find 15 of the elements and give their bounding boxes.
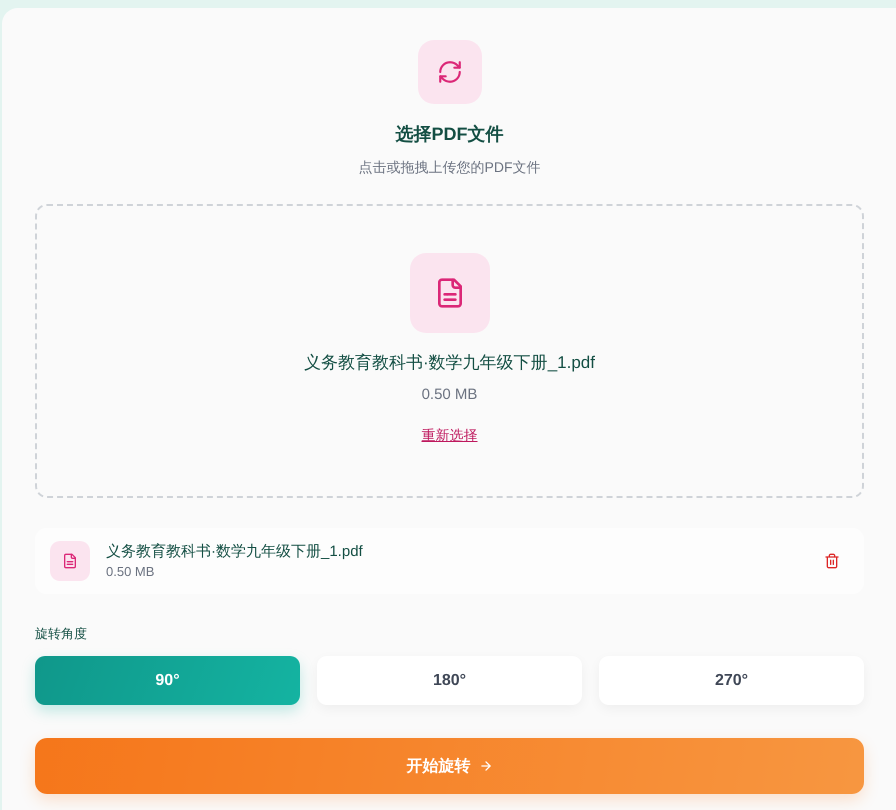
- file-name: 义务教育教科书·数学九年级下册_1.pdf: [106, 542, 364, 562]
- rotation-angle-label: 旋转角度: [35, 625, 88, 643]
- file-name: 义务教育教科书·数学九年级下册_1.pdf: [304, 352, 595, 374]
- file-size: 0.50 MB: [106, 563, 156, 581]
- upload-title: 选择PDF文件: [396, 123, 504, 146]
- angle-option[interactable]: 180°: [317, 656, 582, 705]
- rotate-icon: [418, 40, 482, 104]
- reselect-link[interactable]: 重新选择: [422, 425, 478, 445]
- angle-option[interactable]: 270°: [599, 656, 864, 705]
- file-icon: [410, 253, 490, 333]
- file-size: 0.50 MB: [422, 385, 478, 405]
- trash-icon: [824, 553, 840, 569]
- file-icon: [50, 541, 90, 581]
- upload-subtitle: 点击或拖拽上传您的PDF文件: [358, 158, 540, 177]
- drop-zone[interactable]: 义务教育教科书·数学九年级下册_1.pdf 0.50 MB 重新选择: [35, 204, 864, 498]
